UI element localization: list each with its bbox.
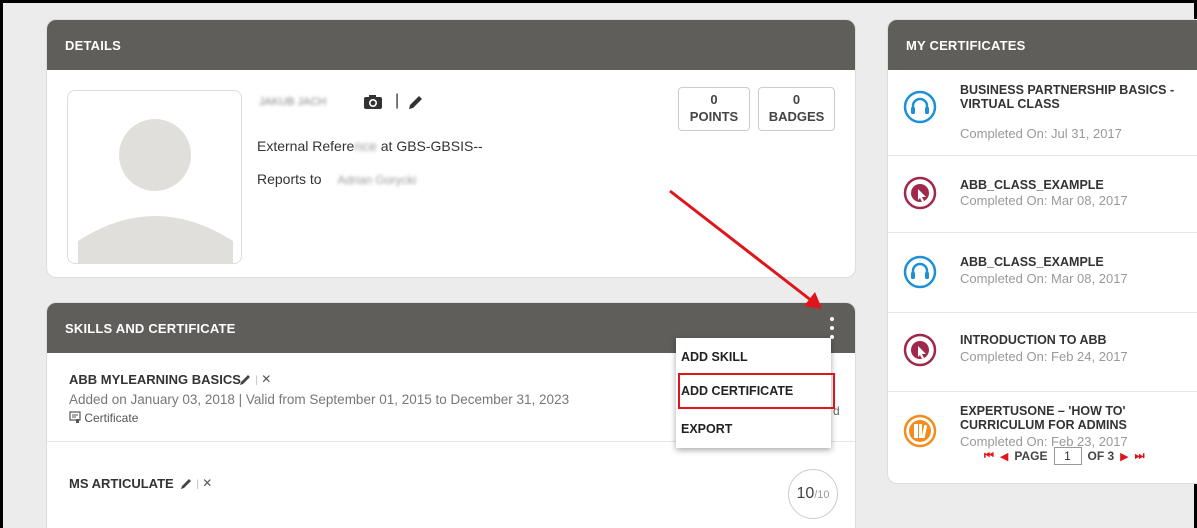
- annotation-arrow: [669, 189, 822, 309]
